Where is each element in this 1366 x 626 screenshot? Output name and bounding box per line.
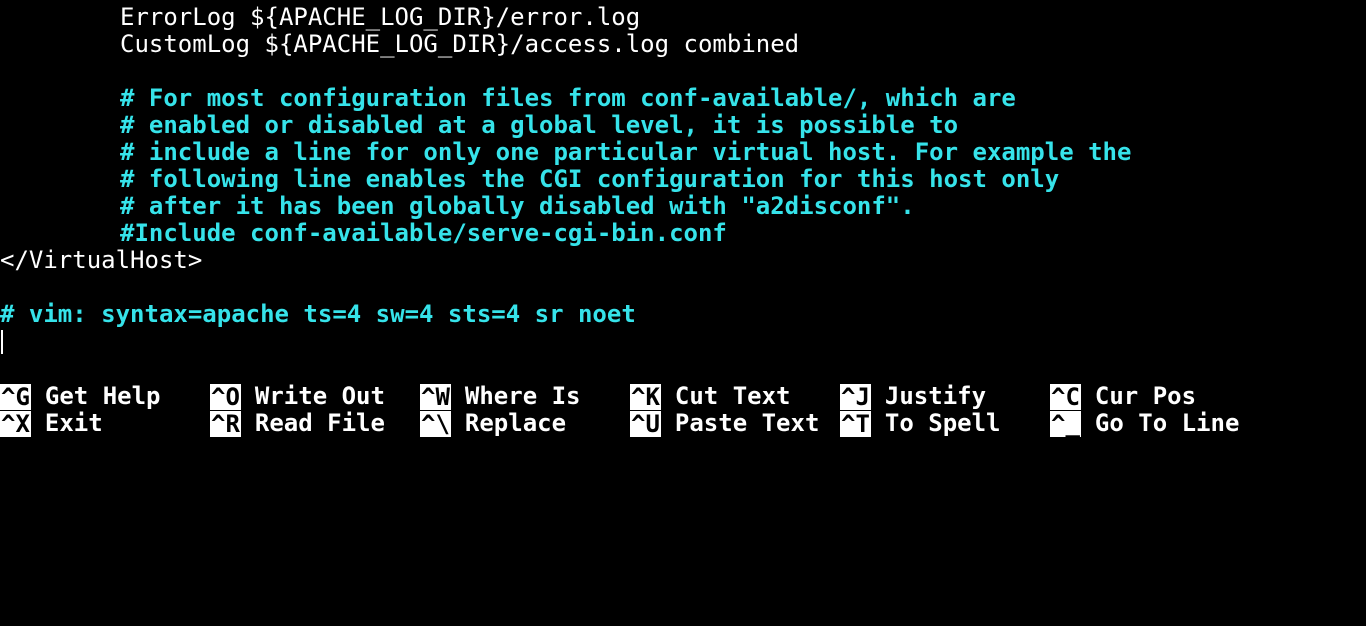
editor-line: #Include conf-available/serve-cgi-bin.co… (0, 220, 1366, 247)
shortcut-label: Replace (464, 409, 567, 437)
shortcut-label: Paste Text (674, 409, 820, 437)
comment-text: # after it has been globally disabled wi… (120, 193, 915, 220)
comment-text: # following line enables the CGI configu… (120, 166, 1060, 193)
shortcut-label: Go To Line (1094, 409, 1240, 437)
shortcut-key: ^\ (420, 409, 451, 438)
shortcut-row: ^G Get Help ^O Write Out ^W Where Is ^K Cut … (0, 383, 1366, 410)
editor-line: # after it has been globally disabled wi… (0, 193, 1366, 220)
editor-line: # include a line for only one particular… (0, 139, 1366, 166)
shortcut-to-spell[interactable]: ^T To Spell (840, 410, 1001, 437)
shortcut-label: Get Help (44, 382, 161, 410)
editor-line: # For most configuration files from conf… (0, 85, 1366, 112)
shortcut-label: Cur Pos (1094, 382, 1197, 410)
shortcut-label: Read File (254, 409, 385, 437)
line-text: ErrorLog ${APACHE_LOG_DIR}/error.log (120, 4, 641, 31)
comment-text: # For most configuration files from conf… (120, 85, 1016, 112)
comment-text: # include a line for only one particular… (120, 139, 1132, 166)
shortcut-key: ^K (630, 382, 661, 411)
shortcut-where-is[interactable]: ^W Where Is (420, 383, 581, 410)
shortcut-cut-text[interactable]: ^K Cut Text (630, 383, 791, 410)
comment-text: #Include conf-available/serve-cgi-bin.co… (120, 220, 727, 247)
shortcut-key: ^J (840, 382, 871, 411)
shortcut-label: Cut Text (674, 382, 791, 410)
editor-line: </VirtualHost> (0, 247, 1366, 274)
editor-line: ErrorLog ${APACHE_LOG_DIR}/error.log (0, 4, 1366, 31)
comment-text: # vim: syntax=apache ts=4 sw=4 sts=4 sr … (0, 301, 636, 328)
shortcut-key: ^W (420, 382, 451, 411)
shortcut-key: ^C (1050, 382, 1081, 411)
shortcut-bar: ^G Get Help ^O Write Out ^W Where Is ^K Cut … (0, 383, 1366, 437)
shortcut-key: ^_ (1050, 409, 1081, 438)
shortcut-label: To Spell (884, 409, 1001, 437)
shortcut-read-file[interactable]: ^R Read File (210, 410, 385, 437)
shortcut-justify[interactable]: ^J Justify (840, 383, 986, 410)
editor-line: # enabled or disabled at a global level,… (0, 112, 1366, 139)
line-text: </VirtualHost> (0, 247, 203, 274)
shortcut-go-to-line[interactable]: ^_ Go To Line (1050, 410, 1239, 437)
shortcut-label: Exit (44, 409, 103, 437)
shortcut-write-out[interactable]: ^O Write Out (210, 383, 385, 410)
editor-line: # following line enables the CGI configu… (0, 166, 1366, 193)
text-cursor (1, 330, 3, 354)
shortcut-key: ^O (210, 382, 241, 411)
shortcut-label: Write Out (254, 382, 385, 410)
shortcut-cur-pos[interactable]: ^C Cur Pos (1050, 383, 1196, 410)
shortcut-key: ^T (840, 409, 871, 438)
editor-line (0, 328, 1366, 355)
shortcut-key: ^R (210, 409, 241, 438)
shortcut-exit[interactable]: ^X Exit (0, 410, 103, 437)
editor-text-area[interactable]: ErrorLog ${APACHE_LOG_DIR}/error.log Cus… (0, 4, 1366, 354)
line-text: CustomLog ${APACHE_LOG_DIR}/access.log c… (120, 31, 800, 58)
shortcut-label: Justify (884, 382, 987, 410)
shortcut-paste-text[interactable]: ^U Paste Text (630, 410, 819, 437)
shortcut-get-help[interactable]: ^G Get Help (0, 383, 161, 410)
editor-line: # vim: syntax=apache ts=4 sw=4 sts=4 sr … (0, 301, 1366, 328)
shortcut-row: ^X Exit ^R Read File ^\ Replace ^U Paste Tex… (0, 410, 1366, 437)
shortcut-key: ^U (630, 409, 661, 438)
shortcut-key: ^G (0, 382, 31, 411)
shortcut-label: Where Is (464, 382, 581, 410)
editor-line: CustomLog ${APACHE_LOG_DIR}/access.log c… (0, 31, 1366, 58)
shortcut-replace[interactable]: ^\ Replace (420, 410, 566, 437)
shortcut-key: ^X (0, 409, 31, 438)
comment-text: # enabled or disabled at a global level,… (120, 112, 959, 139)
